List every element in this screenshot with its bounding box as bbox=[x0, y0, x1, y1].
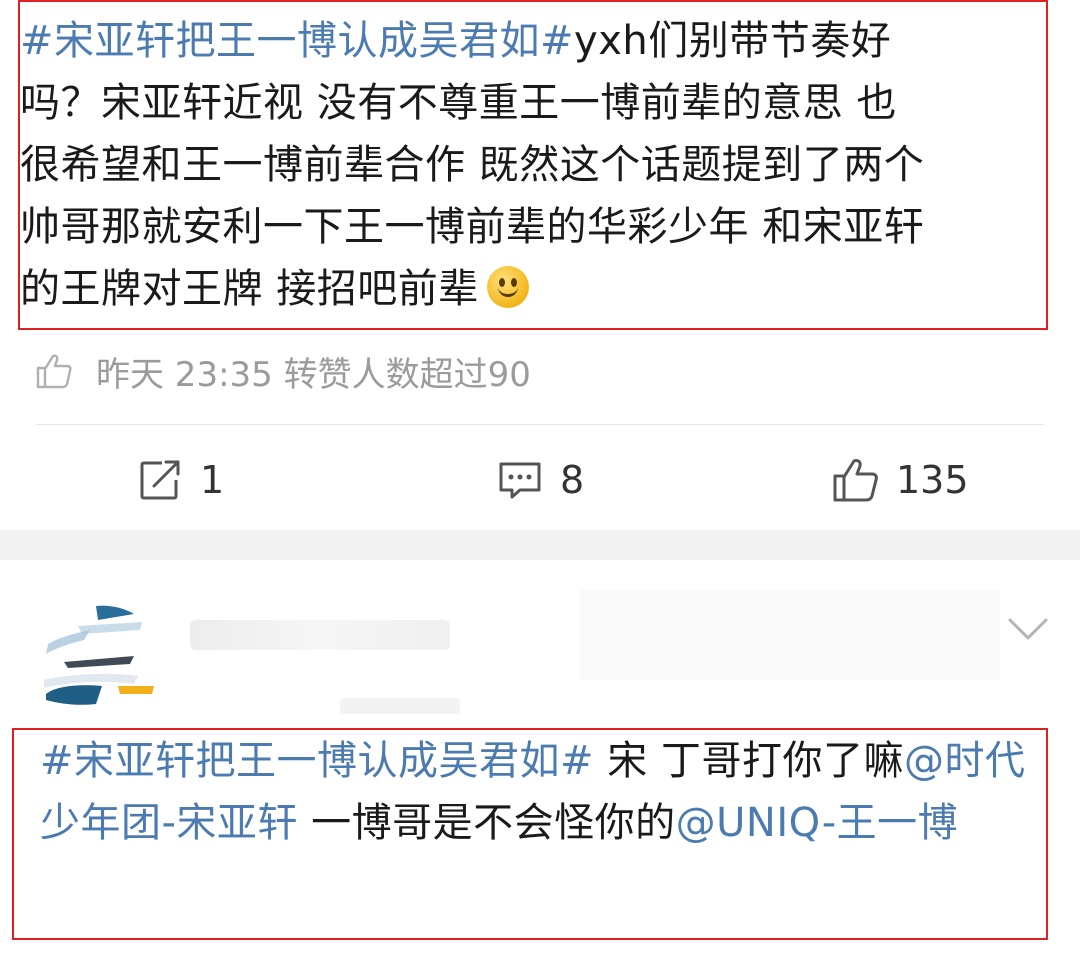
comment-count: 8 bbox=[560, 458, 585, 502]
repost-icon bbox=[140, 460, 180, 500]
post-text: 一博哥是不会怪你的 bbox=[297, 800, 676, 846]
chevron-down-icon[interactable] bbox=[1006, 614, 1050, 644]
post-text: 宋 丁哥打你了嘛 bbox=[594, 738, 904, 784]
post-content: #宋亚轩把王一博认成吴君如#yxh们别带节奏好吗？宋亚轩近视 没有不尊重王一博前… bbox=[20, 10, 1020, 320]
post-text-line: 吗？宋亚轩近视 没有不尊重王一博前辈的意思 也 bbox=[20, 80, 897, 126]
like-outline-icon[interactable] bbox=[34, 351, 74, 391]
post-meta: 昨天 23:35 转赞人数超过90 bbox=[34, 346, 531, 396]
username[interactable] bbox=[190, 620, 450, 650]
mention-link[interactable]: @UNIQ-王一博 bbox=[676, 800, 959, 846]
weibo-post: #宋亚轩把王一博认成吴君如# 宋 丁哥打你了嘛@时代少年团-宋亚轩 一博哥是不会… bbox=[0, 560, 1080, 957]
post-content: #宋亚轩把王一博认成吴君如# 宋 丁哥打你了嘛@时代少年团-宋亚轩 一博哥是不会… bbox=[40, 730, 1040, 854]
divider bbox=[36, 424, 1044, 425]
post-text-line: 很希望和王一博前辈合作 既然这个话题提到了两个 bbox=[20, 142, 925, 188]
thumbs-up-icon bbox=[833, 459, 878, 502]
highlight-box: #宋亚轩把王一博认成吴君如# 宋 丁哥打你了嘛@时代少年团-宋亚轩 一博哥是不会… bbox=[12, 728, 1048, 940]
hashtag-link[interactable]: #宋亚轩把王一博认成吴君如# bbox=[20, 18, 574, 64]
like-button[interactable]: 135 bbox=[830, 450, 969, 510]
avatar[interactable] bbox=[38, 600, 158, 710]
weibo-post: #宋亚轩把王一博认成吴君如#yxh们别带节奏好吗？宋亚轩近视 没有不尊重王一博前… bbox=[0, 0, 1080, 530]
like-count: 135 bbox=[896, 458, 969, 502]
comment-button[interactable]: 8 bbox=[496, 450, 584, 510]
post-meta-text: 昨天 23:35 转赞人数超过90 bbox=[96, 354, 531, 395]
post-time bbox=[340, 698, 460, 714]
action-bar: 1 8 135 bbox=[0, 450, 1080, 510]
post-text-line: yxh们别带节奏好 bbox=[574, 18, 892, 64]
post-text-line: 帅哥那就安利一下王一博前辈的华彩少年 和宋亚轩 bbox=[20, 204, 925, 250]
hashtag-link[interactable]: #宋亚轩把王一博认成吴君如# bbox=[40, 738, 594, 784]
smile-emoji-icon bbox=[486, 266, 529, 308]
post-text-line: 的王牌对王牌 接招吧前辈 bbox=[20, 266, 479, 312]
comment-icon bbox=[499, 462, 541, 499]
section-separator bbox=[0, 530, 1080, 560]
header-background bbox=[580, 590, 1000, 680]
repost-count: 1 bbox=[200, 458, 225, 502]
repost-button[interactable]: 1 bbox=[136, 450, 224, 510]
